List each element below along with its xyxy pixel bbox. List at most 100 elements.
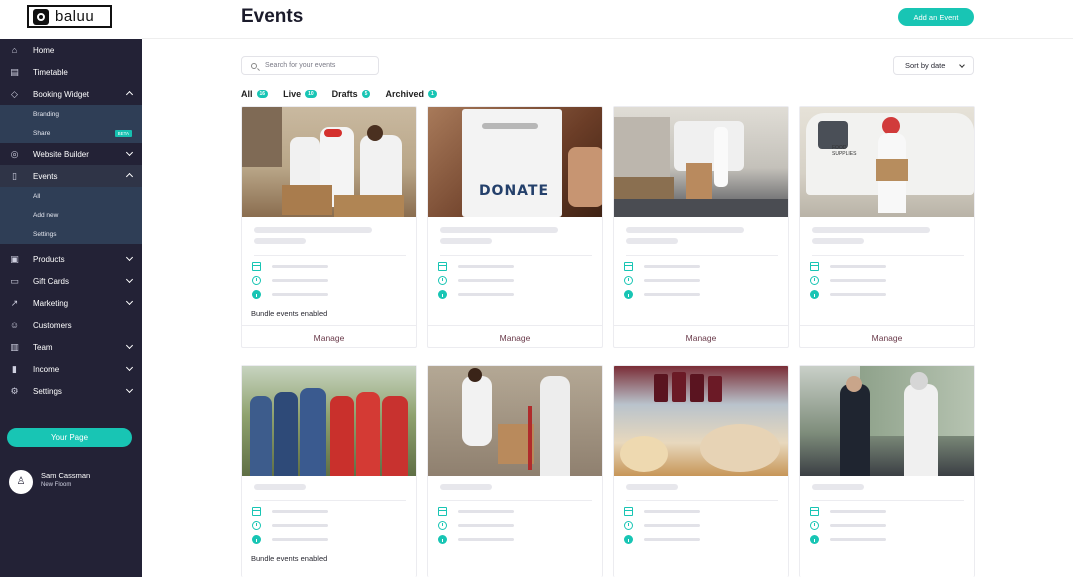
date-placeholder [458,510,514,513]
calendar-icon: ▤ [10,67,19,77]
brand-logo[interactable]: baluu [27,5,112,28]
info-placeholder [830,293,886,296]
tab-label: Drafts [331,89,358,99]
sidebar-item-team[interactable]: ▥ Team [0,336,142,358]
bars-icon: ▮ [12,364,17,374]
sidebar-item-settings[interactable]: ⚙ Settings [0,380,142,402]
donate-sign: DONATE [478,183,550,199]
sidebar-subitem-branding[interactable]: Branding [0,105,142,124]
chevron-down-icon [125,275,134,284]
calendar-icon [624,507,633,516]
calendar-icon [624,262,633,271]
tab-count-badge: 1 [427,90,437,98]
event-image [614,366,788,476]
tab-archived[interactable]: Archived 1 [385,88,437,100]
date-placeholder [272,265,328,268]
sidebar-item-website-builder[interactable]: ◎ Website Builder [0,143,142,165]
manage-button[interactable]: Manage [614,325,788,347]
event-card[interactable] [427,365,603,577]
user-name: Sam Cassman [41,471,91,480]
calendar-icon [438,507,447,516]
sidebar-subitem-label: Settings [33,231,57,238]
event-image [242,366,416,476]
tab-all[interactable]: All 16 [241,88,269,100]
event-card[interactable] [613,365,789,577]
sidebar-item-gift-cards[interactable]: ▭ Gift Cards [0,270,142,292]
date-placeholder [830,265,886,268]
your-page-button[interactable]: Your Page [7,428,132,447]
card-divider [440,255,592,256]
sidebar-item-events[interactable]: ▯ Events [0,165,142,187]
sort-dropdown[interactable]: Sort by date [893,56,974,75]
clock-icon [438,276,447,285]
title-placeholder [440,484,492,490]
main-content: Events Add an Event Search for your even… [142,0,1073,577]
sidebar-item-income[interactable]: ▮ Income [0,358,142,380]
event-card[interactable] [799,365,975,577]
info-placeholder [644,538,700,541]
add-event-button[interactable]: Add an Event [898,8,974,26]
manage-button[interactable]: Manage [242,325,416,347]
date-placeholder [272,510,328,513]
avatar: ♙ [9,470,33,494]
event-card[interactable]: Bundle events enabled Manage [241,106,417,348]
clock-icon [252,521,261,530]
card-divider [812,255,964,256]
sidebar-item-label: Website Builder [33,149,89,159]
box-icon: ▣ [10,254,19,264]
tab-drafts[interactable]: Drafts 5 [332,88,371,100]
manage-button[interactable]: Manage [800,325,974,347]
chevron-down-icon [125,385,134,394]
search-input[interactable]: Search for your events [241,56,379,75]
chevron-down-icon [125,297,134,306]
sidebar-item-products[interactable]: ▣ Products [0,248,142,270]
title-placeholder [254,484,306,490]
sidebar-item-customers[interactable]: ☺ Customers [0,314,142,336]
chevron-down-icon [125,253,134,262]
sidebar-subitem-add-new[interactable]: Add new [0,206,142,225]
event-card[interactable]: Bundle events enabled [241,365,417,577]
events-submenu: All Add new Settings [0,187,142,244]
sidebar-item-booking-widget[interactable]: ◇ Booking Widget [0,83,142,105]
date-placeholder [830,510,886,513]
card-divider [626,500,778,501]
date-placeholder [644,510,700,513]
sidebar-item-timetable[interactable]: ▤ Timetable [0,61,142,83]
calendar-icon [252,262,261,271]
user-profile[interactable]: ♙ Sam Cassman New Floom [9,468,139,494]
sidebar-item-label: Settings [33,386,62,396]
event-card[interactable]: FOOD SUPPLIES Manage [799,106,975,348]
event-card[interactable]: Manage [613,106,789,348]
info-placeholder [272,293,328,296]
info-placeholder [458,538,514,541]
tab-live[interactable]: Live 10 [283,88,317,100]
info-placeholder [644,293,700,296]
info-icon [252,290,261,299]
event-image [242,107,416,217]
sidebar-subitem-all[interactable]: All [0,187,142,206]
sidebar-item-home[interactable]: ⌂ Home [0,39,142,61]
gear-icon: ⚙ [10,386,19,396]
home-icon: ⌂ [11,45,18,55]
sidebar-subitem-label: Add new [33,212,59,219]
clock-icon [438,521,447,530]
booking-widget-submenu: Branding Share BETA [0,105,142,143]
user-venue: New Floom [41,482,72,488]
title-placeholder [626,484,678,490]
sidebar-subitem-share[interactable]: Share BETA [0,124,142,143]
document-icon: ▯ [12,171,17,181]
sidebar-item-label: Team [33,342,53,352]
sidebar-subitem-settings[interactable]: Settings [0,225,142,244]
sidebar-subitem-label: Branding [33,111,60,118]
sidebar-item-marketing[interactable]: ↗ Marketing [0,292,142,314]
time-placeholder [272,524,328,527]
time-placeholder [644,279,700,282]
calendar-icon [438,262,447,271]
gift-icon: ▭ [10,276,19,286]
manage-button[interactable]: Manage [428,325,602,347]
clock-icon [810,276,819,285]
info-placeholder [830,538,886,541]
event-card[interactable]: DONATE Manage [427,106,603,348]
calendar-icon [810,507,819,516]
beta-badge: BETA [114,130,132,137]
